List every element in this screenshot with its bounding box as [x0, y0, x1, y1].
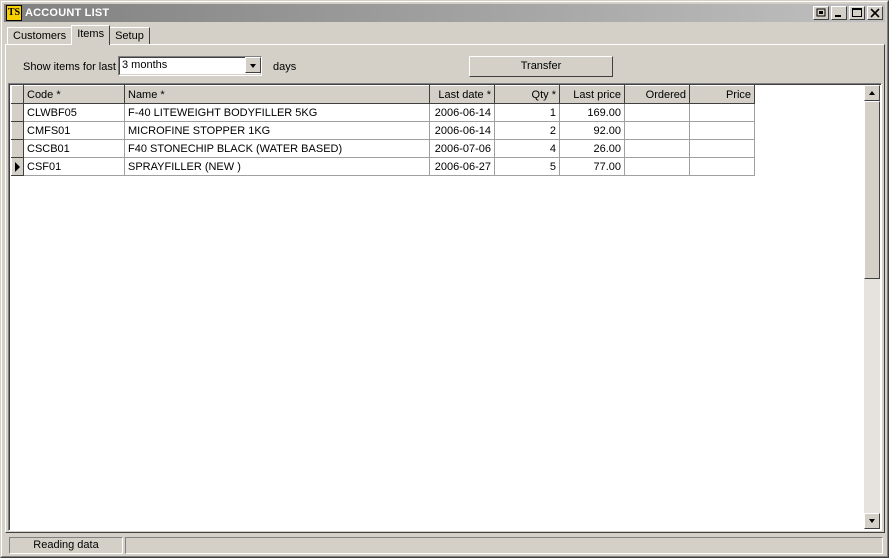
- cell-price[interactable]: [689, 139, 755, 158]
- cell-qty[interactable]: 1: [494, 103, 560, 122]
- restore-special-button[interactable]: [813, 6, 829, 20]
- cell-last-price[interactable]: 92.00: [559, 121, 625, 140]
- cell-code[interactable]: CSF01: [23, 157, 125, 176]
- tab-customers[interactable]: Customers: [7, 27, 73, 45]
- period-select-value: 3 months: [122, 59, 168, 71]
- scroll-up-icon[interactable]: [864, 85, 880, 101]
- transfer-button[interactable]: Transfer: [469, 56, 613, 77]
- cell-price[interactable]: [689, 103, 755, 122]
- items-grid[interactable]: Code * Name * Last date * Qty * Last pri…: [8, 83, 882, 531]
- app-icon[interactable]: TS: [6, 5, 22, 21]
- table-row[interactable]: CMFS01 MICROFINE STOPPER 1KG 2006-06-14 …: [11, 121, 755, 140]
- period-select[interactable]: 3 months: [118, 56, 262, 76]
- row-indicator-header: [11, 85, 24, 104]
- cell-code[interactable]: CMFS01: [23, 121, 125, 140]
- cell-last-price[interactable]: 77.00: [559, 157, 625, 176]
- chevron-down-icon[interactable]: [245, 57, 261, 73]
- cell-qty[interactable]: 2: [494, 121, 560, 140]
- table-row[interactable]: CSCB01 F40 STONECHIP BLACK (WATER BASED)…: [11, 139, 755, 158]
- pin-icon: [816, 8, 826, 17]
- maximize-icon: [852, 8, 862, 17]
- tab-setup[interactable]: Setup: [109, 27, 150, 45]
- status-bar: Reading data: [5, 536, 885, 555]
- maximize-button[interactable]: [849, 6, 865, 20]
- cell-code[interactable]: CLWBF05: [23, 103, 125, 122]
- row-indicator-current[interactable]: [11, 157, 24, 176]
- cell-last-price[interactable]: 169.00: [559, 103, 625, 122]
- cell-last-price[interactable]: 26.00: [559, 139, 625, 158]
- cell-last-date[interactable]: 2006-06-14: [429, 121, 495, 140]
- table-row-current[interactable]: CSF01 SPRAYFILLER (NEW ) 2006-06-27 5 77…: [11, 157, 755, 176]
- cell-qty[interactable]: 4: [494, 139, 560, 158]
- table-header-row: Code * Name * Last date * Qty * Last pri…: [11, 85, 755, 104]
- cell-price[interactable]: [689, 157, 755, 176]
- cell-name[interactable]: SPRAYFILLER (NEW ): [124, 157, 430, 176]
- cell-last-date[interactable]: 2006-06-27: [429, 157, 495, 176]
- scrollbar-thumb[interactable]: [864, 101, 880, 279]
- minimize-button[interactable]: [831, 6, 847, 20]
- current-row-arrow-icon: [15, 162, 20, 172]
- cell-last-date[interactable]: 2006-06-14: [429, 103, 495, 122]
- close-icon: [870, 8, 880, 18]
- cell-ordered[interactable]: [624, 103, 690, 122]
- window-controls: [813, 6, 883, 20]
- column-header-qty[interactable]: Qty *: [494, 85, 560, 104]
- row-indicator[interactable]: [11, 103, 24, 122]
- column-header-price[interactable]: Price: [689, 85, 755, 104]
- cell-name[interactable]: F40 STONECHIP BLACK (WATER BASED): [124, 139, 430, 158]
- tab-strip: Customers Items Setup: [7, 25, 150, 45]
- cell-ordered[interactable]: [624, 139, 690, 158]
- table-row[interactable]: CLWBF05 F-40 LITEWEIGHT BODYFILLER 5KG 2…: [11, 103, 755, 122]
- cell-price[interactable]: [689, 121, 755, 140]
- row-indicator[interactable]: [11, 121, 24, 140]
- status-text: Reading data: [9, 537, 123, 554]
- title-bar[interactable]: TS ACCOUNT LIST: [4, 4, 885, 22]
- status-panel-empty: [125, 537, 883, 554]
- cell-name[interactable]: F-40 LITEWEIGHT BODYFILLER 5KG: [124, 103, 430, 122]
- cell-last-date[interactable]: 2006-07-06: [429, 139, 495, 158]
- cell-name[interactable]: MICROFINE STOPPER 1KG: [124, 121, 430, 140]
- column-header-last-price[interactable]: Last price: [559, 85, 625, 104]
- filter-toolbar: Show items for last 3 months days Transf…: [11, 53, 881, 83]
- account-list-window: TS ACCOUNT LIST Customers Items Setup Sh…: [0, 0, 889, 558]
- cell-code[interactable]: CSCB01: [23, 139, 125, 158]
- column-header-last-date[interactable]: Last date *: [429, 85, 495, 104]
- tab-items[interactable]: Items: [71, 25, 111, 45]
- minimize-icon: [835, 15, 841, 17]
- column-header-name[interactable]: Name *: [124, 85, 430, 104]
- window-title: ACCOUNT LIST: [25, 7, 110, 19]
- scroll-down-icon[interactable]: [864, 513, 880, 529]
- cell-ordered[interactable]: [624, 121, 690, 140]
- close-button[interactable]: [867, 6, 883, 20]
- show-items-label: Show items for last: [23, 61, 116, 73]
- row-indicator[interactable]: [11, 139, 24, 158]
- cell-ordered[interactable]: [624, 157, 690, 176]
- items-table: Code * Name * Last date * Qty * Last pri…: [11, 85, 755, 176]
- vertical-scrollbar[interactable]: [864, 85, 880, 529]
- column-header-code[interactable]: Code *: [23, 85, 125, 104]
- column-header-ordered[interactable]: Ordered: [624, 85, 690, 104]
- days-label: days: [273, 61, 297, 73]
- cell-qty[interactable]: 5: [494, 157, 560, 176]
